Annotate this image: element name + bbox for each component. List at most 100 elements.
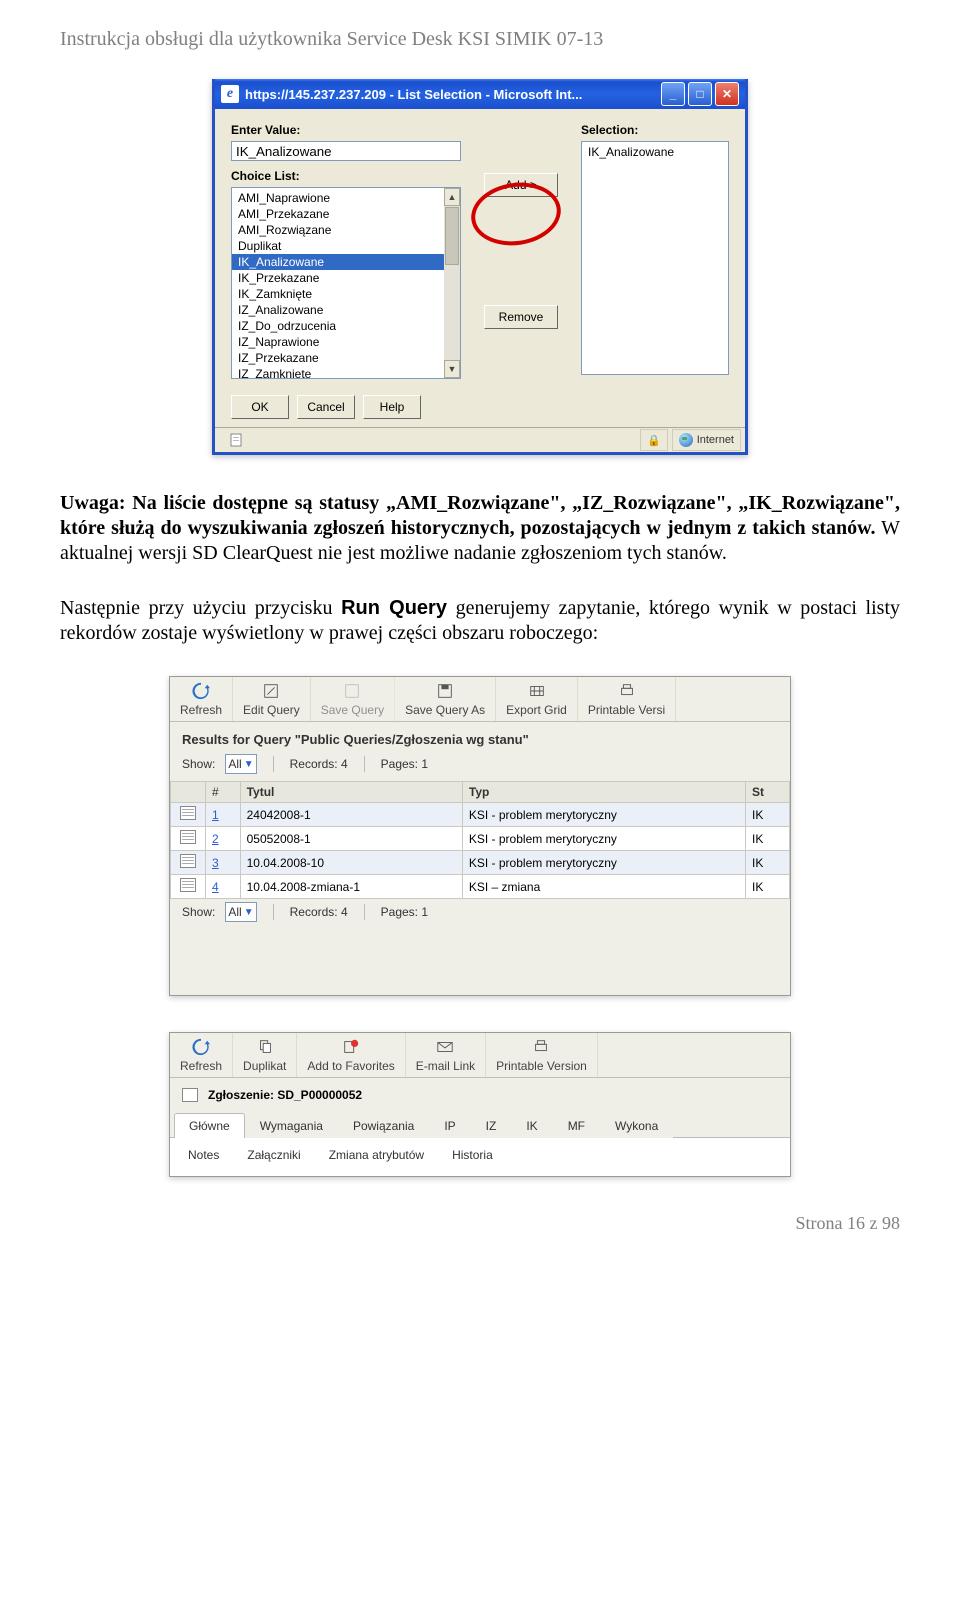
table-row[interactable]: 4 10.04.2008-zmiana-1 KSI – zmiana IK (171, 875, 790, 899)
run-query-label: Run Query (341, 597, 447, 619)
record-id: Zgłoszenie: SD_P00000052 (208, 1088, 362, 1102)
add-button[interactable]: Add > (484, 173, 558, 197)
tab-notes[interactable]: Notes (174, 1144, 233, 1166)
favorite-icon (341, 1037, 361, 1057)
refresh-button[interactable]: Refresh (170, 677, 233, 721)
lock-icon: 🔒 (647, 434, 661, 447)
show-select[interactable]: All▼ (225, 902, 256, 922)
cancel-button[interactable]: Cancel (297, 395, 355, 419)
minimize-button[interactable]: _ (661, 82, 685, 106)
selection-list[interactable]: IK_Analizowane (581, 141, 729, 375)
query-results-panel: Refresh Edit Query Save Query Save Query… (169, 676, 791, 996)
save-query-button: Save Query (311, 677, 395, 721)
save-query-as-button[interactable]: Save Query As (395, 677, 496, 721)
close-button[interactable]: ✕ (715, 82, 739, 106)
refresh-icon (191, 1037, 211, 1057)
tab-glowne[interactable]: Główne (174, 1113, 245, 1138)
tab-mf[interactable]: MF (553, 1113, 600, 1138)
record-icon (180, 830, 196, 844)
choice-list[interactable]: AMI_Naprawione AMI_Przekazane AMI_Rozwią… (231, 187, 461, 379)
results-toolbar: Refresh Edit Query Save Query Save Query… (170, 677, 790, 722)
list-item[interactable]: IK_Analizowane (232, 254, 460, 270)
col-tytul[interactable]: Tytul (240, 782, 462, 803)
scroll-down-icon[interactable]: ▼ (444, 360, 460, 378)
list-item[interactable]: IZ_Do_odrzucenia (232, 318, 460, 334)
tab-ip[interactable]: IP (429, 1113, 470, 1138)
window-titlebar: e https://145.237.237.209 - List Selecti… (215, 79, 745, 109)
show-select[interactable]: All▼ (225, 754, 256, 774)
list-item[interactable]: IK_Zamknięte (232, 286, 460, 302)
ok-button[interactable]: OK (231, 395, 289, 419)
export-icon (527, 681, 547, 701)
status-doc-icon (223, 430, 249, 450)
add-favorites-button[interactable]: Add to Favorites (297, 1033, 405, 1077)
list-selection-window: e https://145.237.237.209 - List Selecti… (212, 79, 748, 455)
list-item[interactable]: Duplikat (232, 238, 460, 254)
edit-query-button[interactable]: Edit Query (233, 677, 311, 721)
detail-tabs-row1: Główne Wymagania Powiązania IP IZ IK MF … (170, 1112, 790, 1138)
help-button[interactable]: Help (363, 395, 421, 419)
duplikat-button[interactable]: Duplikat (233, 1033, 297, 1077)
tab-iz[interactable]: IZ (471, 1113, 512, 1138)
enter-value-input[interactable] (231, 141, 461, 161)
remove-button[interactable]: Remove (484, 305, 558, 329)
edit-icon (261, 681, 281, 701)
window-title: https://145.237.237.209 - List Selection… (245, 87, 582, 102)
printable-version-button[interactable]: Printable Versi (578, 677, 676, 721)
list-item[interactable]: IZ_Zamknięte (232, 366, 460, 379)
results-pager-top: Show: All▼ Records: 4 Pages: 1 (170, 751, 790, 777)
col-typ[interactable]: Typ (462, 782, 745, 803)
tab-ik[interactable]: IK (511, 1113, 552, 1138)
list-item[interactable]: IK_Przekazane (232, 270, 460, 286)
col-status[interactable]: St (746, 782, 790, 803)
record-icon (180, 878, 196, 892)
scroll-up-icon[interactable]: ▲ (444, 188, 460, 206)
tab-zalaczniki[interactable]: Załączniki (233, 1144, 314, 1166)
tab-historia[interactable]: Historia (438, 1144, 507, 1166)
col-num[interactable]: # (206, 782, 241, 803)
table-row[interactable]: 2 05052008-1 KSI - problem merytoryczny … (171, 827, 790, 851)
print-icon (617, 681, 637, 701)
scroll-thumb[interactable] (445, 207, 459, 265)
save-as-icon (435, 681, 455, 701)
copy-icon (255, 1037, 275, 1057)
maximize-button[interactable]: □ (688, 82, 712, 106)
tab-wykona[interactable]: Wykona (600, 1113, 673, 1138)
status-zone: Internet (697, 434, 734, 446)
records-count: Records: 4 (290, 757, 348, 771)
tab-powiazania[interactable]: Powiązania (338, 1113, 429, 1138)
scrollbar[interactable]: ▲ ▼ (444, 188, 460, 378)
list-item[interactable]: IK_Analizowane (582, 144, 728, 160)
refresh-icon (191, 681, 211, 701)
results-pager-bottom: Show: All▼ Records: 4 Pages: 1 (170, 899, 790, 925)
mail-icon (435, 1037, 455, 1057)
records-count: Records: 4 (290, 905, 348, 919)
print-icon (531, 1037, 551, 1057)
choice-list-label: Choice List: (231, 169, 461, 183)
record-icon (180, 854, 196, 868)
export-grid-button[interactable]: Export Grid (496, 677, 578, 721)
list-item[interactable]: IZ_Przekazane (232, 350, 460, 366)
list-item[interactable]: AMI_Naprawione (232, 190, 460, 206)
tab-zmiana-atrybutow[interactable]: Zmiana atrybutów (315, 1144, 438, 1166)
detail-toolbar: Refresh Duplikat Add to Favorites E-mail… (170, 1033, 790, 1078)
refresh-button[interactable]: Refresh (170, 1033, 233, 1077)
record-icon (182, 1088, 198, 1102)
list-item[interactable]: IZ_Analizowane (232, 302, 460, 318)
email-link-button[interactable]: E-mail Link (406, 1033, 486, 1077)
printable-version-button[interactable]: Printable Version (486, 1033, 598, 1077)
chevron-down-icon: ▼ (244, 907, 254, 918)
page-header: Instrukcja obsługi dla użytkownika Servi… (60, 28, 900, 51)
table-row[interactable]: 1 24042008-1 KSI - problem merytoryczny … (171, 803, 790, 827)
save-icon (342, 681, 362, 701)
pages-count: Pages: 1 (381, 757, 428, 771)
tab-wymagania[interactable]: Wymagania (245, 1113, 338, 1138)
enter-value-label: Enter Value: (231, 123, 461, 137)
list-item[interactable]: AMI_Przekazane (232, 206, 460, 222)
list-item[interactable]: IZ_Naprawione (232, 334, 460, 350)
pages-count: Pages: 1 (381, 905, 428, 919)
list-item[interactable]: AMI_Rozwiązane (232, 222, 460, 238)
note-bold: Uwaga: Na liście dostępne są statusy „AM… (60, 492, 900, 539)
chevron-down-icon: ▼ (244, 759, 254, 770)
table-row[interactable]: 3 10.04.2008-10 KSI - problem merytorycz… (171, 851, 790, 875)
